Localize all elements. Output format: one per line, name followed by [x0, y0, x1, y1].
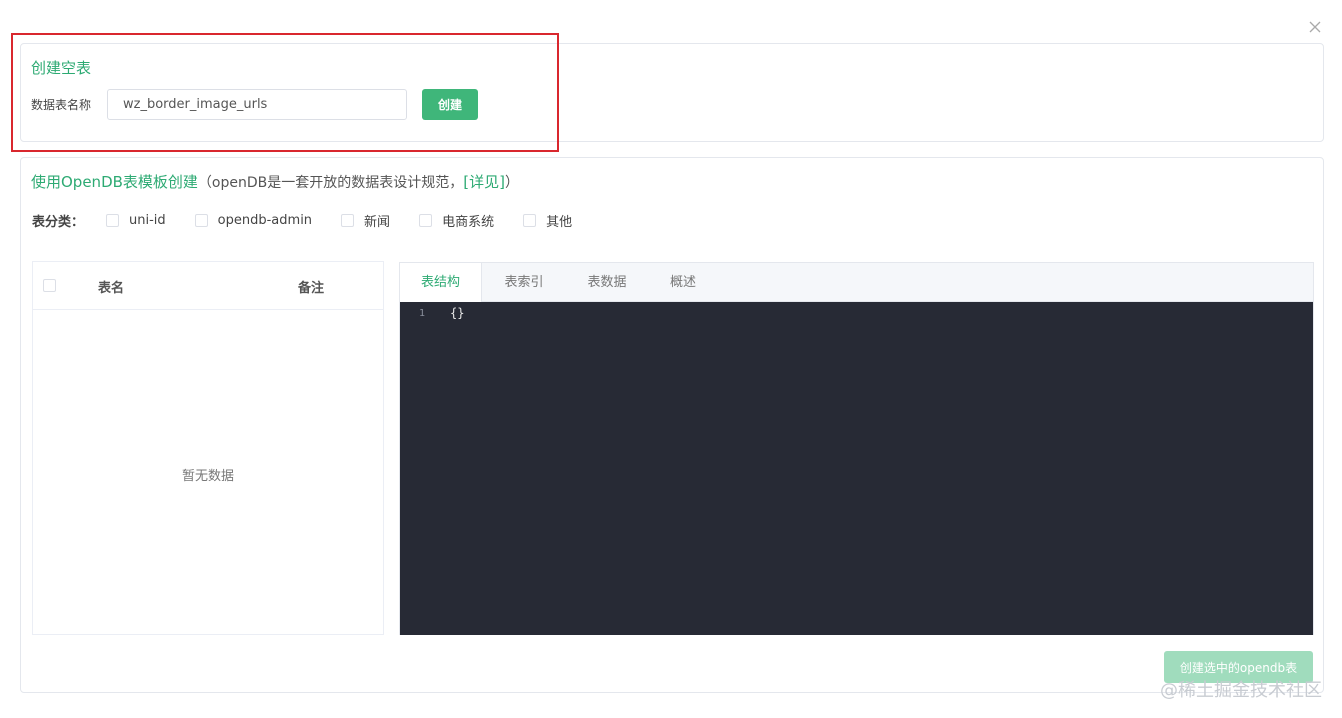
- empty-table-text: 暂无数据: [181, 469, 234, 484]
- checkbox[interactable]: [523, 213, 537, 227]
- editor-tabs: 表结构 表索引 表数据 概述: [400, 263, 1313, 303]
- empty-table-card: 创建空表 数据表名称 创建: [20, 43, 1324, 142]
- template-table: 表名 备注 暂无数据: [32, 261, 384, 635]
- category-news[interactable]: 新闻: [341, 211, 390, 230]
- tab-indexes[interactable]: 表索引: [482, 263, 566, 302]
- table-header: 表名 备注: [33, 262, 383, 310]
- category-item-label: 其他: [546, 214, 573, 230]
- create-button[interactable]: 创建: [422, 89, 478, 120]
- opendb-desc-suffix: ）: [504, 175, 519, 191]
- category-item-label: uni-id: [129, 212, 166, 228]
- checkbox[interactable]: [106, 213, 120, 227]
- code-content: {}: [450, 306, 465, 320]
- opendb-title-text: 使用OpenDB表模板创建: [31, 173, 198, 191]
- opendb-title: 使用OpenDB表模板创建（openDB是一套开放的数据表设计规范，[详见]）: [31, 171, 519, 192]
- create-selected-opendb-button[interactable]: 创建选中的opendb表: [1164, 651, 1313, 683]
- column-header-remark: 备注: [298, 281, 325, 296]
- checkbox[interactable]: [341, 213, 355, 227]
- table-name-input[interactable]: [107, 89, 407, 120]
- close-icon[interactable]: [1306, 18, 1324, 36]
- checkbox[interactable]: [419, 213, 433, 227]
- category-item-label: 电商系统: [442, 214, 495, 230]
- checkbox[interactable]: [194, 213, 208, 227]
- category-item-label: opendb-admin: [217, 212, 313, 228]
- category-ecommerce[interactable]: 电商系统: [419, 211, 494, 230]
- category-label: 表分类：: [32, 214, 85, 230]
- category-item-label: 新闻: [364, 214, 391, 230]
- tab-overview[interactable]: 概述: [648, 263, 718, 302]
- category-uni-id[interactable]: uni-id: [106, 213, 166, 228]
- category-other[interactable]: 其他: [523, 211, 572, 230]
- line-number: 1: [419, 308, 426, 319]
- category-filter: 表分类： uni-id opendb-admin 新闻 电商系统 其他: [32, 210, 601, 230]
- schema-editor-panel: 表结构 表索引 表数据 概述 1 {}: [399, 262, 1314, 635]
- create-table-dialog: 创建空表 数据表名称 创建 使用OpenDB表模板创建（openDB是一套开放的…: [0, 0, 1342, 718]
- tab-schema[interactable]: 表结构: [400, 263, 482, 303]
- table-name-label: 数据表名称: [31, 98, 92, 112]
- opendb-template-card: 使用OpenDB表模板创建（openDB是一套开放的数据表设计规范，[详见]） …: [20, 157, 1324, 693]
- code-editor[interactable]: 1 {}: [400, 302, 1313, 635]
- column-header-name: 表名: [98, 281, 125, 296]
- empty-table-title: 创建空表: [31, 59, 92, 77]
- opendb-desc-prefix: （openDB是一套开放的数据表设计规范，: [197, 175, 464, 191]
- details-link[interactable]: [详见]: [463, 173, 505, 191]
- select-all-checkbox[interactable]: [43, 279, 56, 292]
- category-opendb-admin[interactable]: opendb-admin: [194, 212, 313, 228]
- tab-data[interactable]: 表数据: [566, 263, 648, 302]
